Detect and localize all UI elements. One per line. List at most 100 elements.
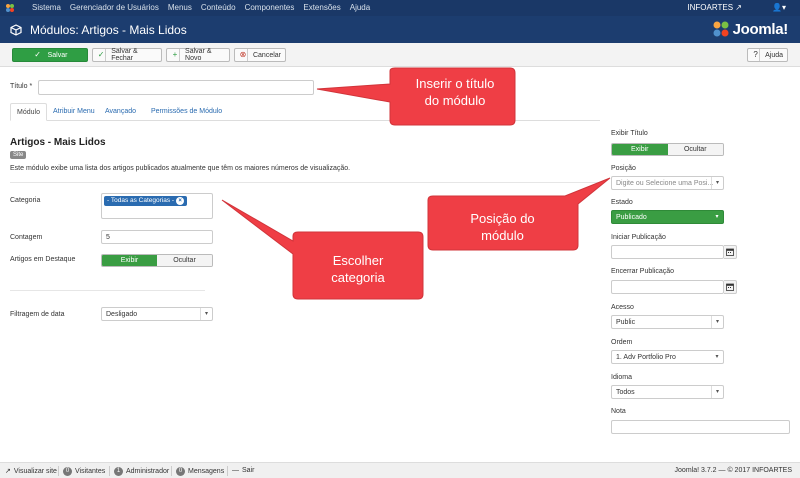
sair-label: Sair	[242, 467, 255, 474]
divider	[109, 466, 110, 476]
caret-down-icon: ▾	[200, 308, 212, 320]
tab-permissoes[interactable]: Permissões de Módulo	[145, 103, 228, 121]
callout-categoria-line1: Escolher	[332, 253, 384, 268]
sair-link[interactable]: — Sair	[232, 467, 254, 474]
idioma-select[interactable]: Todos ▾	[611, 385, 724, 399]
question-icon: ?	[752, 49, 761, 61]
divider	[171, 466, 172, 476]
admin-label: Administrador	[126, 468, 170, 475]
menu-componentes[interactable]: Componentes	[245, 3, 295, 12]
acesso-label: Acesso	[611, 304, 634, 311]
calendar-icon	[726, 283, 734, 291]
admin-count: 1	[114, 467, 123, 476]
save-new-label: Salvar & Novo	[185, 48, 212, 62]
mensagens-count: 0	[176, 467, 185, 476]
calendar-button[interactable]	[724, 245, 737, 259]
menu-sistema[interactable]: Sistema	[32, 3, 61, 12]
exibir-titulo-toggle: Exibir Ocultar	[611, 143, 724, 156]
menu-extensoes[interactable]: Extensões	[303, 3, 340, 12]
caret-down-icon: ▾	[715, 354, 719, 360]
exibir-titulo-exibir-button[interactable]: Exibir	[612, 144, 668, 155]
estado-select[interactable]: Publicado ▾	[611, 210, 724, 224]
nota-input[interactable]	[611, 420, 790, 434]
tab-avancado[interactable]: Avançado	[99, 103, 142, 121]
title-label: Título *	[10, 83, 33, 90]
check-icon: ✓	[34, 50, 41, 59]
contagem-label: Contagem	[10, 234, 43, 241]
help-label: Ajuda	[765, 51, 783, 59]
admin-menu: Sistema Gerenciador de Usuários Menus Co…	[32, 3, 370, 12]
user-menu[interactable]: 👤▾	[772, 3, 786, 12]
page-title: Módulos: Artigos - Mais Lidos	[30, 23, 187, 37]
visitantes-count: 0	[63, 467, 72, 476]
caret-down-icon: ▾	[711, 177, 723, 189]
divider	[10, 290, 205, 291]
categoria-label: Categoria	[10, 197, 41, 204]
site-link[interactable]: INFOARTES ↗	[687, 3, 742, 12]
mensagens-item[interactable]: 0 Mensagens	[176, 467, 224, 476]
idioma-label: Idioma	[611, 374, 633, 381]
categoria-chip[interactable]: - Todas as Categorias - ×	[104, 196, 188, 206]
user-icon: 👤▾	[772, 3, 786, 12]
destaque-ocultar-button[interactable]: Ocultar	[157, 255, 212, 266]
joomla-mini-logo-icon[interactable]	[5, 3, 15, 13]
iniciar-publicacao-input[interactable]	[611, 245, 724, 259]
save-close-label: Salvar & Fechar	[111, 48, 138, 62]
admin-item[interactable]: 1 Administrador	[114, 467, 169, 476]
caret-down-icon: ▾	[715, 214, 719, 220]
title-input[interactable]	[38, 80, 314, 95]
joomla-wordmark: Joomla!	[732, 20, 789, 38]
cancel-button[interactable]: ⊗ Cancelar	[234, 48, 286, 62]
external-link-icon: ↗	[735, 3, 742, 12]
posicao-placeholder: Digite ou Selecione uma Posi...	[616, 180, 714, 187]
filtragem-value: Desligado	[106, 311, 138, 318]
callout-categoria-line2: categoria	[331, 270, 385, 285]
ordem-label: Ordem	[611, 339, 633, 346]
callout-posicao-line1: Posição do	[470, 211, 535, 226]
caret-down-icon: ▾	[711, 316, 723, 328]
menu-ajuda[interactable]: Ajuda	[350, 3, 370, 12]
module-description: Este módulo exibe uma lista dos artigos …	[10, 165, 351, 172]
plus-icon: +	[171, 49, 181, 61]
visitantes-label: Visitantes	[75, 468, 106, 475]
tab-atribuir-menu[interactable]: Atribuir Menu	[47, 103, 101, 121]
callout-posicao-line2: módulo	[481, 228, 524, 243]
menu-menus[interactable]: Menus	[168, 3, 192, 12]
exibir-titulo-label: Exibir Título	[611, 130, 648, 137]
divider	[58, 466, 59, 476]
save-button[interactable]: ✓ Salvar	[12, 48, 88, 62]
joomla-logo-icon	[713, 21, 729, 37]
categoria-chip-label: - Todas as Categorias -	[107, 197, 175, 204]
joomla-logo: Joomla!	[712, 20, 788, 38]
exibir-titulo-ocultar-button[interactable]: Ocultar	[667, 144, 723, 155]
estado-value: Publicado	[616, 214, 647, 221]
top-navbar: Sistema Gerenciador de Usuários Menus Co…	[0, 0, 800, 16]
module-heading: Artigos - Mais Lidos	[10, 137, 106, 148]
help-button[interactable]: ? Ajuda	[747, 48, 788, 62]
filtragem-label: Filtragem de data	[10, 311, 65, 318]
check-icon: ✓	[97, 49, 107, 61]
tab-modulo[interactable]: Módulo	[10, 103, 47, 121]
ordem-value: 1. Adv Portfolio Pro	[616, 354, 676, 361]
cube-icon	[10, 24, 22, 36]
categoria-field[interactable]: - Todas as Categorias - ×	[101, 193, 213, 219]
save-new-button[interactable]: + Salvar & Novo	[166, 48, 230, 62]
encerrar-publicacao-input[interactable]	[611, 280, 724, 294]
menu-conteudo[interactable]: Conteúdo	[201, 3, 236, 12]
posicao-select[interactable]: Digite ou Selecione uma Posi... ▾	[611, 176, 724, 190]
visualizar-site-link[interactable]: ↗ Visualizar site	[5, 467, 57, 476]
destaque-exibir-button[interactable]: Exibir	[102, 255, 157, 266]
save-close-button[interactable]: ✓ Salvar & Fechar	[92, 48, 162, 62]
divider	[227, 466, 228, 476]
calendar-button[interactable]	[724, 280, 737, 294]
minus-icon: —	[232, 467, 239, 474]
acesso-select[interactable]: Public ▾	[611, 315, 724, 329]
menu-usuarios[interactable]: Gerenciador de Usuários	[70, 3, 159, 12]
filtragem-select[interactable]: Desligado ▾	[101, 307, 213, 321]
remove-chip-icon[interactable]: ×	[176, 197, 185, 205]
visitantes-item[interactable]: 0 Visitantes	[63, 467, 105, 476]
contagem-input[interactable]: 5	[101, 230, 213, 244]
destaque-label: Artigos em Destaque	[10, 256, 76, 263]
close-circle-icon: ⊗	[239, 49, 248, 61]
ordem-select[interactable]: 1. Adv Portfolio Pro ▾	[611, 350, 724, 364]
